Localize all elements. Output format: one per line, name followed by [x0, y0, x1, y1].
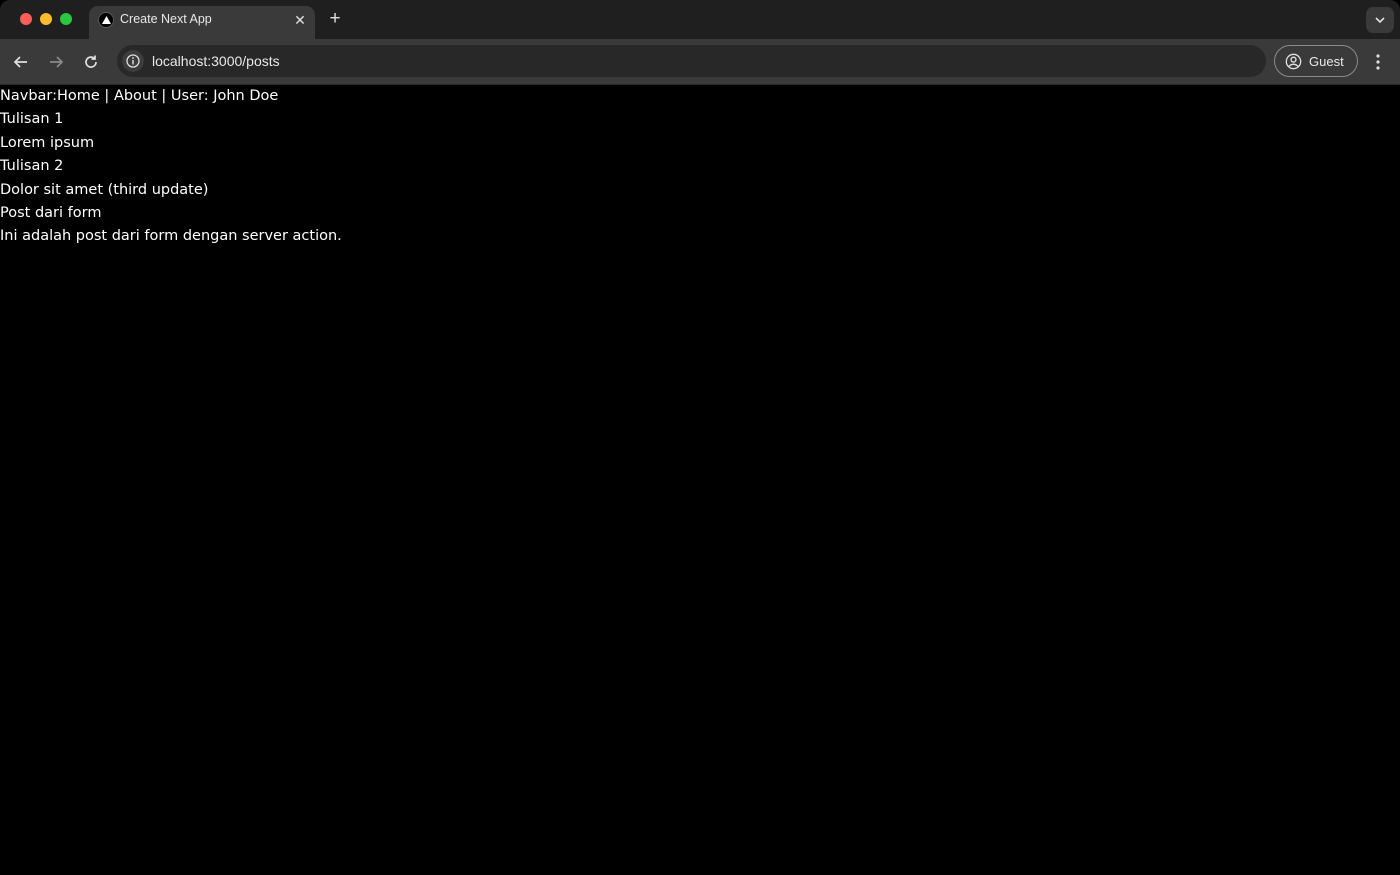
post-title: Tulisan 1 [0, 111, 64, 128]
nav-link-about[interactable]: About [114, 88, 157, 104]
tab-title: Create Next App [120, 12, 212, 26]
url-text[interactable]: localhost:3000/posts [152, 53, 280, 69]
profile-label: Guest [1309, 54, 1344, 69]
window-close-button[interactable] [20, 13, 32, 25]
close-tab-icon[interactable]: ✕ [291, 11, 309, 29]
page-content: Navbar:Home | About | User: John Doe Tul… [0, 85, 1400, 875]
navbar-separator: | [156, 88, 171, 104]
post-body: Lorem ipsum [0, 134, 95, 151]
browser-menu-button[interactable] [1368, 50, 1388, 74]
address-bar[interactable]: localhost:3000/posts [117, 45, 1266, 77]
browser-toolbar: localhost:3000/posts Guest [0, 39, 1400, 85]
navbar-prefix: Navbar: [0, 88, 57, 104]
profile-button[interactable]: Guest [1274, 45, 1358, 77]
post-title: Post dari form [0, 204, 102, 221]
nextjs-favicon-icon [98, 12, 114, 28]
post-body: Ini adalah post dari form dengan server … [0, 228, 342, 245]
arrow-right-icon [50, 56, 64, 68]
back-button[interactable] [9, 50, 33, 74]
tab-search-button[interactable] [1366, 7, 1394, 33]
new-tab-icon[interactable]: + [324, 8, 346, 30]
forward-button[interactable] [44, 50, 68, 74]
tab-strip: Create Next App ✕ + [0, 0, 1400, 39]
browser-window: Create Next App ✕ + localhost:3000/posts… [0, 0, 1400, 875]
window-maximize-button[interactable] [60, 13, 72, 25]
navbar-separator: | [99, 88, 114, 104]
window-minimize-button[interactable] [40, 13, 52, 25]
post-body: Dolor sit amet (third update) [0, 181, 209, 198]
navbar: Navbar:Home | About | User: John Doe [0, 85, 1400, 108]
nav-link-home[interactable]: Home [57, 88, 100, 104]
info-icon [126, 54, 140, 68]
guest-profile-icon [1285, 53, 1302, 70]
chevron-down-icon [1375, 17, 1385, 23]
site-info-icon[interactable] [122, 50, 144, 72]
reload-icon [85, 55, 97, 68]
navbar-user: User: John Doe [170, 88, 279, 104]
browser-tab[interactable]: Create Next App ✕ [89, 6, 315, 39]
reload-button[interactable] [79, 50, 103, 74]
arrow-left-icon [13, 56, 27, 68]
more-vertical-icon [1376, 54, 1380, 70]
post-title: Tulisan 2 [0, 158, 64, 175]
